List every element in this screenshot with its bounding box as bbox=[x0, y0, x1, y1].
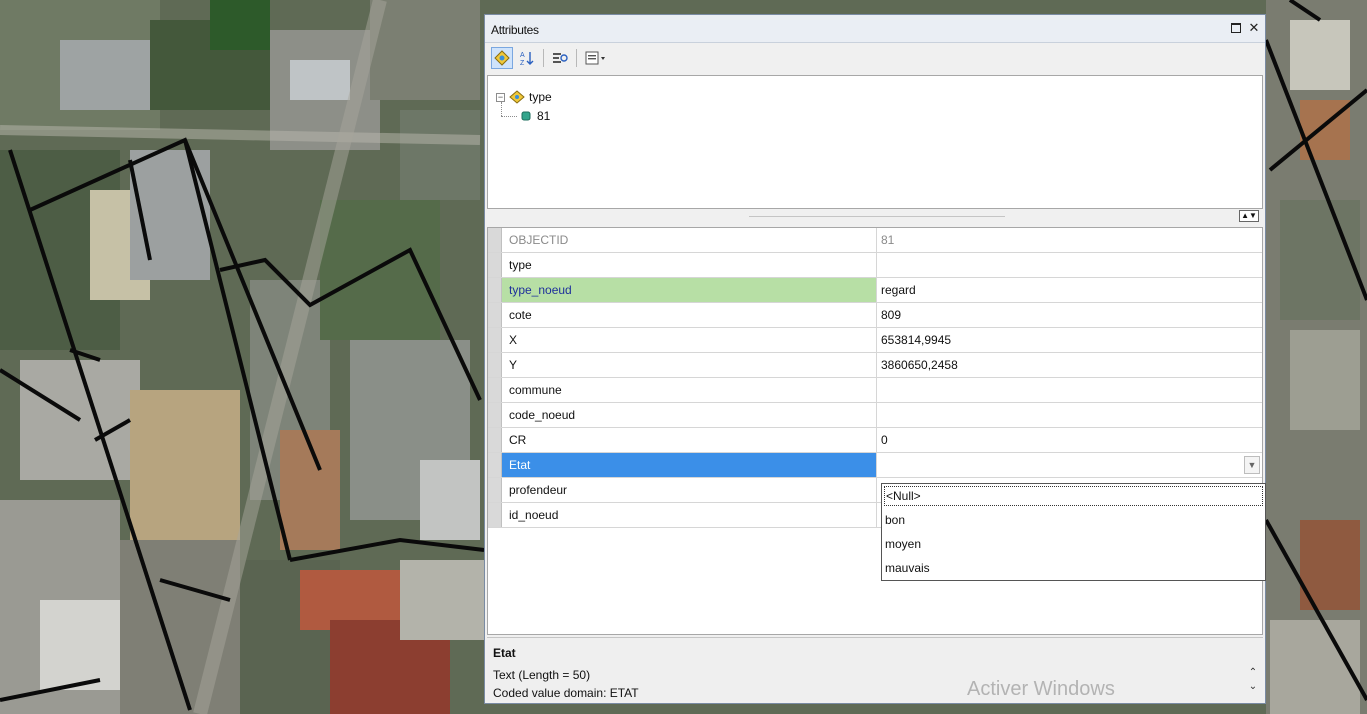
options-button[interactable] bbox=[582, 47, 612, 69]
dropdown-option[interactable]: mauvais bbox=[882, 556, 1265, 580]
row-gutter bbox=[488, 278, 502, 302]
feature-tree: − type 81 bbox=[487, 75, 1263, 209]
toolbar-separator bbox=[576, 49, 577, 67]
row-gutter bbox=[488, 403, 502, 427]
close-icon: ✕ bbox=[1248, 20, 1260, 35]
row-gutter bbox=[488, 378, 502, 402]
attribute-grid: OBJECTID 81 type type_noeud regard cote … bbox=[487, 227, 1266, 635]
title-bar[interactable]: Attributes ✕ bbox=[485, 15, 1265, 43]
field-name: Etat bbox=[502, 453, 877, 477]
field-name: Y bbox=[502, 353, 877, 377]
description-title: Etat bbox=[493, 646, 516, 660]
tree-layer-label: type bbox=[529, 90, 552, 104]
description-line: Text (Length = 50) bbox=[493, 668, 591, 682]
svg-text:Z: Z bbox=[520, 60, 525, 66]
dropdown-option[interactable]: <Null> bbox=[883, 485, 1264, 507]
grid-row[interactable]: type bbox=[488, 253, 1262, 278]
feature-icon bbox=[521, 111, 531, 121]
list-by-layer-button[interactable] bbox=[491, 47, 513, 69]
svg-text:A: A bbox=[520, 52, 525, 59]
sort-button[interactable]: A Z bbox=[516, 47, 538, 69]
grid-row[interactable]: cote 809 bbox=[488, 303, 1262, 328]
grid-row[interactable]: Etat ▼ bbox=[488, 453, 1262, 478]
field-value: 81 bbox=[881, 233, 895, 247]
row-gutter bbox=[488, 478, 502, 502]
attributes-window: Attributes ✕ A Z − type 81 ▲▼ OBJECTID 8… bbox=[484, 14, 1266, 704]
field-name: id_noeud bbox=[502, 503, 877, 527]
field-name: profendeur bbox=[502, 478, 877, 502]
splitter-grip bbox=[749, 216, 1005, 217]
row-gutter bbox=[488, 328, 502, 352]
toolbar-separator bbox=[543, 49, 544, 67]
field-name: CR bbox=[502, 428, 877, 452]
field-value[interactable] bbox=[877, 253, 1262, 277]
toolbar: A Z bbox=[485, 43, 1265, 73]
activation-watermark: Activer Windows bbox=[967, 678, 1115, 700]
field-name: type_noeud bbox=[502, 278, 877, 302]
field-name: code_noeud bbox=[502, 403, 877, 427]
field-value[interactable] bbox=[877, 378, 1262, 402]
field-name: commune bbox=[502, 378, 877, 402]
dropdown-option[interactable]: bon bbox=[882, 508, 1265, 532]
tree-node-layer[interactable]: − type bbox=[496, 90, 552, 104]
chevron-down-icon: ▼ bbox=[1247, 460, 1257, 470]
field-value[interactable]: regard bbox=[877, 278, 1262, 302]
scroll-down-icon[interactable]: ⌄ bbox=[1247, 680, 1259, 694]
field-value[interactable]: 653814,9945 bbox=[877, 328, 1262, 352]
coded-value-dropdown: <Null> bon moyen mauvais bbox=[881, 483, 1266, 581]
field-value[interactable]: 0 bbox=[877, 428, 1262, 452]
tree-feature-label: 81 bbox=[537, 109, 551, 123]
field-name: cote bbox=[502, 303, 877, 327]
sort-fields-button[interactable]: ▲▼ bbox=[1239, 210, 1259, 222]
row-gutter bbox=[488, 353, 502, 377]
field-value-editor[interactable]: ▼ bbox=[877, 453, 1262, 477]
layer-icon bbox=[509, 90, 525, 104]
row-gutter bbox=[488, 303, 502, 327]
identify-icon bbox=[553, 53, 568, 63]
window-controls: ✕ bbox=[1229, 20, 1261, 36]
description-scrollbar[interactable]: ⌃ ⌄ bbox=[1247, 666, 1259, 694]
row-gutter bbox=[488, 428, 502, 452]
close-button[interactable]: ✕ bbox=[1247, 20, 1261, 36]
dropdown-option[interactable]: moyen bbox=[882, 532, 1265, 556]
grid-row[interactable]: commune bbox=[488, 378, 1262, 403]
grid-row[interactable]: OBJECTID 81 bbox=[488, 228, 1262, 253]
pane-splitter[interactable]: ▲▼ bbox=[487, 209, 1263, 225]
sort-icon: A Z bbox=[520, 52, 534, 66]
field-name: type bbox=[502, 253, 877, 277]
options-icon bbox=[585, 51, 605, 65]
grid-row[interactable]: X 653814,9945 bbox=[488, 328, 1262, 353]
grid-row[interactable]: code_noeud bbox=[488, 403, 1262, 428]
sort-fields-icon: ▲▼ bbox=[1241, 211, 1257, 220]
row-gutter bbox=[488, 453, 502, 477]
grid-row[interactable]: type_noeud regard bbox=[488, 278, 1262, 303]
grid-row[interactable]: Y 3860650,2458 bbox=[488, 353, 1262, 378]
tree-connector bbox=[501, 116, 517, 117]
maximize-button[interactable] bbox=[1229, 20, 1243, 36]
grid-row[interactable]: CR 0 bbox=[488, 428, 1262, 453]
field-name: X bbox=[502, 328, 877, 352]
row-gutter bbox=[488, 503, 502, 527]
collapse-icon[interactable]: − bbox=[496, 92, 505, 102]
field-name: OBJECTID bbox=[502, 228, 877, 252]
maximize-icon bbox=[1231, 23, 1241, 33]
tree-connector bbox=[501, 102, 502, 116]
row-gutter bbox=[488, 228, 502, 252]
layers-icon bbox=[494, 50, 510, 66]
tree-node-feature[interactable]: 81 bbox=[521, 109, 552, 123]
field-value[interactable]: 3860650,2458 bbox=[877, 353, 1262, 377]
identify-button[interactable] bbox=[549, 47, 571, 69]
row-gutter bbox=[488, 253, 502, 277]
scroll-up-icon[interactable]: ⌃ bbox=[1247, 666, 1259, 680]
window-title: Attributes bbox=[491, 23, 539, 37]
field-value[interactable]: 809 bbox=[877, 303, 1262, 327]
dropdown-toggle[interactable]: ▼ bbox=[1244, 456, 1260, 474]
field-description-pane: Etat Text (Length = 50) Coded value doma… bbox=[487, 637, 1263, 701]
description-line: Coded value domain: ETAT bbox=[493, 686, 639, 700]
field-value[interactable] bbox=[877, 403, 1262, 427]
